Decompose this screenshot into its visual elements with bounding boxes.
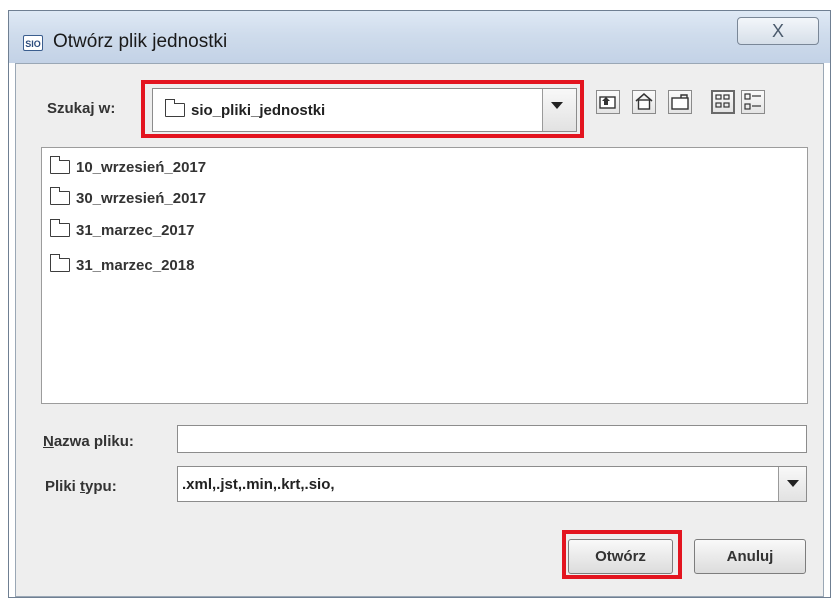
file-list[interactable]: 10_wrzesień_2017 30_wrzesień_2017 31_mar… <box>41 147 808 404</box>
new-folder-button[interactable] <box>668 90 692 114</box>
folder-name: 31_marzec_2018 <box>76 256 195 274</box>
title-bar[interactable]: SIO Otwórz plik jednostki X <box>9 11 830 63</box>
list-item[interactable]: 30_wrzesień_2017 <box>49 187 207 209</box>
file-type-value: .xml,.jst,.min,.krt,.sio, <box>182 475 335 493</box>
list-item[interactable]: 31_marzec_2018 <box>49 254 195 276</box>
close-button[interactable]: X <box>737 17 819 45</box>
new-folder-icon <box>671 94 689 110</box>
dialog-title: Otwórz plik jednostki <box>53 31 228 52</box>
file-name-label: Nazwa pliku: <box>43 433 134 450</box>
look-in-highlight <box>141 80 584 138</box>
list-view-icon <box>715 94 730 108</box>
details-view-icon <box>744 93 761 110</box>
file-name-label-mnemonic: N <box>43 433 54 450</box>
app-logo-icon: SIO <box>23 35 43 51</box>
folder-icon <box>49 254 70 272</box>
close-icon: X <box>771 21 784 41</box>
file-type-label: Pliki typu: <box>45 478 117 495</box>
up-folder-button[interactable] <box>596 90 620 114</box>
folder-name: 30_wrzesień_2017 <box>76 189 207 207</box>
file-name-input[interactable] <box>177 425 807 453</box>
open-button-highlight <box>562 530 682 579</box>
up-folder-icon <box>599 96 616 109</box>
folder-name: 31_marzec_2017 <box>76 221 195 239</box>
file-name-label-text: azwa pliku: <box>53 433 134 450</box>
folder-icon <box>49 187 70 205</box>
folder-icon <box>49 219 70 237</box>
look-in-label: Szukaj w: <box>47 100 116 117</box>
file-type-combo[interactable]: .xml,.jst,.min,.krt,.sio, <box>177 466 807 502</box>
folder-icon <box>49 156 70 174</box>
folder-name: 10_wrzesień_2017 <box>76 158 207 176</box>
list-item[interactable]: 10_wrzesień_2017 <box>49 156 207 178</box>
file-type-label-post: ypu: <box>85 478 117 495</box>
details-view-button[interactable] <box>741 90 765 114</box>
home-button[interactable] <box>632 90 656 114</box>
file-type-dropdown-arrow[interactable] <box>778 467 806 501</box>
list-view-button[interactable] <box>711 90 735 114</box>
list-item[interactable]: 31_marzec_2017 <box>49 219 195 241</box>
cancel-button[interactable]: Anuluj <box>694 539 806 574</box>
file-type-label-pre: Pliki <box>45 478 81 495</box>
home-icon <box>635 93 653 110</box>
